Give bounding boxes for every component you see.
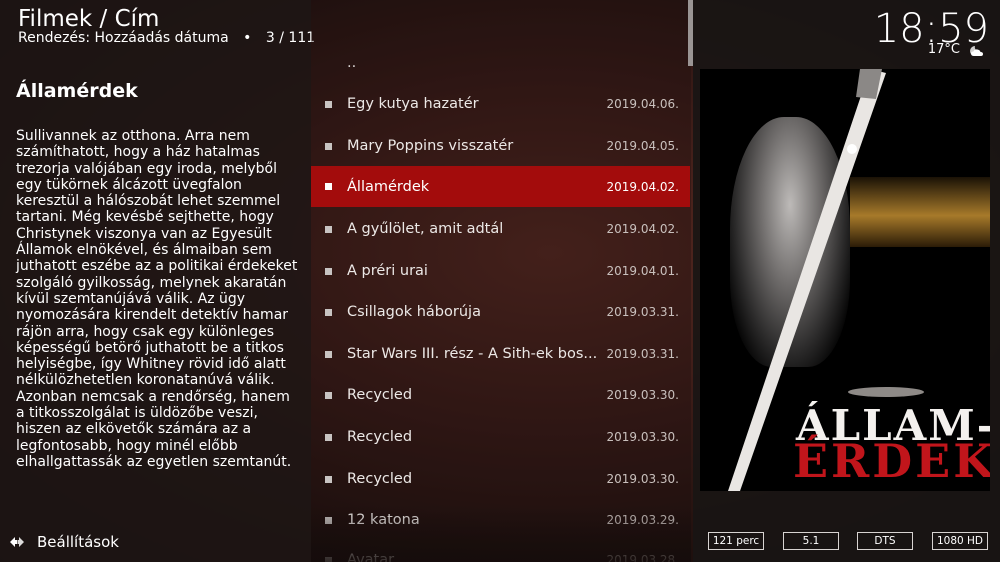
item-date: 2019.03.30. bbox=[606, 472, 679, 486]
list-item[interactable]: Star Wars III. rész - A Sith-ek bos... 2… bbox=[311, 336, 690, 372]
bullet-icon bbox=[325, 183, 332, 190]
list-item[interactable]: A préri urai 2019.04.01. bbox=[311, 253, 690, 289]
partly-cloudy-night-icon bbox=[970, 46, 983, 56]
bullet-icon bbox=[325, 143, 332, 150]
movie-title: Államérdek bbox=[16, 80, 138, 102]
list-item[interactable]: Egy kutya hazatér 2019.04.06. bbox=[311, 86, 690, 122]
audio-channels-badge: 5.1 bbox=[783, 532, 839, 550]
settings-label: Beállítások bbox=[37, 533, 119, 551]
item-title: Recycled bbox=[347, 471, 413, 487]
separator: • bbox=[243, 30, 252, 46]
poster-title-bottom: ÉRDEK bbox=[793, 434, 990, 488]
bullet-icon bbox=[325, 476, 332, 483]
bullet-icon bbox=[325, 517, 332, 524]
bullet-icon bbox=[325, 392, 332, 399]
list-item[interactable]: Recycled 2019.03.30. bbox=[311, 461, 690, 497]
list-item[interactable]: 12 katona 2019.03.29. bbox=[311, 502, 690, 538]
settings-arrows-icon bbox=[10, 537, 24, 547]
item-date: 2019.03.29. bbox=[606, 513, 679, 527]
resolution-badge: 1080 HD bbox=[932, 532, 988, 550]
item-date: 2019.03.30. bbox=[606, 430, 679, 444]
bullet-icon bbox=[325, 268, 332, 275]
item-title: A gyűlölet, amit adtál bbox=[347, 221, 504, 237]
list-item[interactable]: Recycled 2019.03.30. bbox=[311, 419, 690, 455]
list-item[interactable]: A gyűlölet, amit adtál 2019.04.02. bbox=[311, 211, 690, 247]
item-title: Egy kutya hazatér bbox=[347, 96, 479, 112]
list-item-focused[interactable]: Államérdek 2019.04.02. bbox=[311, 166, 690, 207]
item-title: Csillagok háborúja bbox=[347, 304, 481, 320]
weather-info: 17°C bbox=[928, 42, 988, 58]
item-title: Államérdek bbox=[347, 179, 430, 195]
runtime-badge: 121 perc bbox=[708, 532, 764, 550]
item-title: A préri urai bbox=[347, 263, 428, 279]
list-item[interactable]: Avatar 2019.03.28. bbox=[311, 542, 690, 562]
sort-label[interactable]: Rendezés: Hozzáadás dátuma bbox=[18, 30, 229, 46]
movie-list[interactable]: .. Egy kutya hazatér 2019.04.06. Mary Po… bbox=[311, 0, 691, 562]
list-item[interactable]: Mary Poppins visszatér 2019.04.05. bbox=[311, 128, 690, 164]
item-date: 2019.04.05. bbox=[606, 139, 679, 153]
item-title: Star Wars III. rész - A Sith-ek bos... bbox=[347, 346, 598, 362]
sort-info: Rendezés: Hozzáadás dátuma • 3 / 111 bbox=[18, 29, 315, 47]
item-date: 2019.03.31. bbox=[606, 347, 679, 361]
bullet-icon bbox=[325, 557, 332, 562]
settings-button[interactable]: Beállítások bbox=[8, 531, 119, 553]
bullet-icon bbox=[325, 434, 332, 441]
bullet-icon bbox=[325, 226, 332, 233]
plot-text: Sullivannek az otthona. Arra nem számíth… bbox=[16, 128, 298, 470]
item-date: 2019.04.01. bbox=[606, 264, 679, 278]
movie-poster: ÁLLAM- ÉRDEK bbox=[700, 69, 990, 491]
item-date: 2019.04.06. bbox=[606, 97, 679, 111]
bullet-icon bbox=[325, 351, 332, 358]
item-date: 2019.04.02. bbox=[606, 180, 679, 194]
item-title: 12 katona bbox=[347, 512, 420, 528]
item-title: Recycled bbox=[347, 387, 413, 403]
item-title: Mary Poppins visszatér bbox=[347, 138, 514, 154]
item-position: 3 / 111 bbox=[265, 30, 316, 46]
item-date: 2019.03.31. bbox=[606, 305, 679, 319]
info-panel: Filmek / Cím Rendezés: Hozzáadás dátuma … bbox=[0, 0, 315, 562]
item-date: 2019.03.28. bbox=[606, 553, 679, 562]
list-item[interactable]: Recycled 2019.03.30. bbox=[311, 377, 690, 413]
list-item[interactable]: Csillagok háborúja 2019.03.31. bbox=[311, 294, 690, 330]
audio-codec-badge: DTS bbox=[857, 532, 913, 550]
item-date: 2019.03.30. bbox=[606, 388, 679, 402]
item-title: Avatar bbox=[347, 552, 395, 562]
bullet-icon bbox=[325, 101, 332, 108]
bullet-icon bbox=[325, 309, 332, 316]
item-title: Recycled bbox=[347, 429, 413, 445]
temperature: 17°C bbox=[927, 42, 960, 57]
parent-folder-item[interactable]: .. bbox=[311, 45, 690, 81]
parent-folder-label: .. bbox=[347, 55, 357, 71]
item-date: 2019.04.02. bbox=[606, 222, 679, 236]
